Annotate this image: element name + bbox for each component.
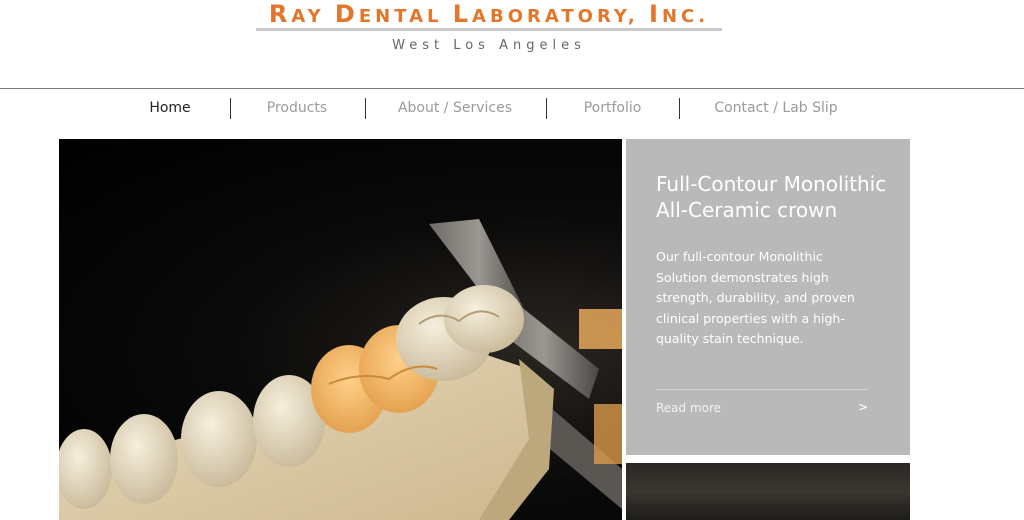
logo-text: NC. (661, 6, 710, 27)
product-card: Full-Contour Monolithic All-Ceramic crow… (626, 139, 910, 455)
logo-letter: L (452, 0, 473, 28)
logo-text: ENTAL (358, 6, 453, 27)
logo-underline (256, 28, 722, 31)
chevron-right-icon[interactable]: > (858, 400, 868, 414)
card-description: Our full-contour Monolithic Solution dem… (656, 249, 855, 346)
logo-letter: R (268, 0, 292, 28)
header-divider (0, 88, 1024, 89)
logo-letter: D (334, 0, 359, 28)
nav-item-home[interactable]: Home (130, 96, 210, 122)
logo-text: ABORATORY, (472, 6, 650, 27)
nav-item-portfolio[interactable]: Portfolio (570, 96, 655, 122)
dental-model-illustration (59, 219, 622, 520)
logo-text: AY (291, 6, 335, 27)
nav-item-about-services[interactable]: About / Services (390, 96, 520, 122)
logo-subtitle: West Los Angeles (392, 38, 586, 53)
nav-separator (679, 98, 680, 119)
logo-letter: I (649, 0, 662, 28)
nav-separator (365, 98, 366, 119)
secondary-image (626, 463, 910, 520)
card-title: Full-Contour Monolithic All-Ceramic crow… (656, 172, 887, 222)
nav-item-contact-lab-slip[interactable]: Contact / Lab Slip (706, 96, 846, 122)
nav-separator (546, 98, 547, 119)
card-divider (656, 389, 868, 390)
hero-image (59, 139, 622, 520)
nav-item-products[interactable]: Products (252, 96, 342, 122)
read-more-link[interactable]: Read more (656, 401, 721, 415)
nav-separator (230, 98, 231, 119)
